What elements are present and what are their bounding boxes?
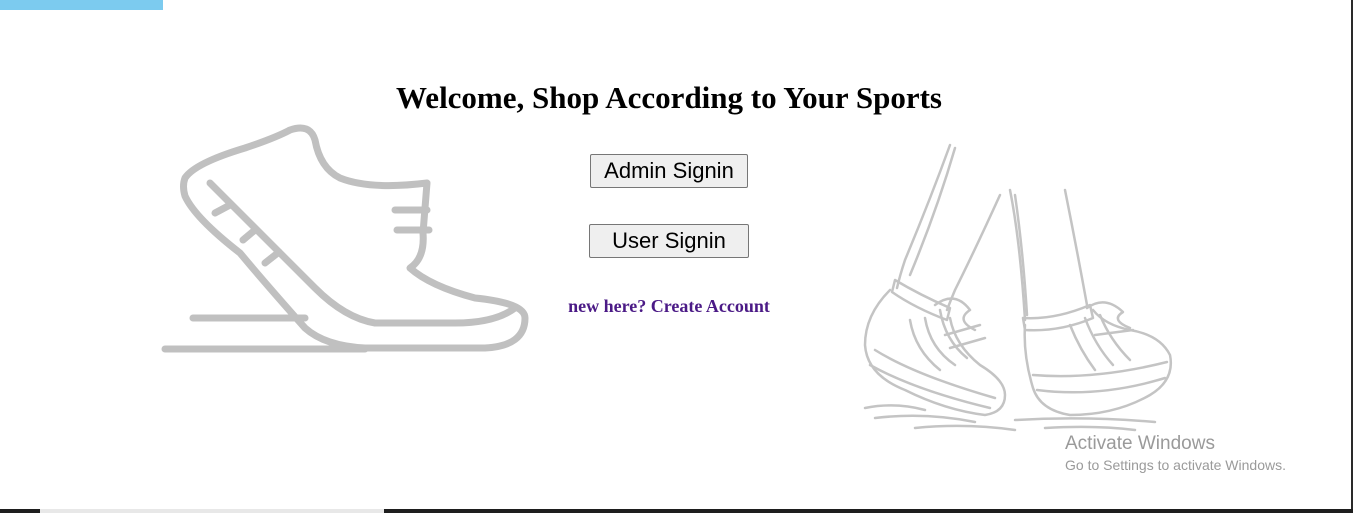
activate-windows-subtitle: Go to Settings to activate Windows. bbox=[1065, 457, 1286, 473]
top-accent-bar bbox=[0, 0, 163, 10]
page: Welcome, Shop According to Your Sports A… bbox=[0, 0, 1353, 513]
page-title: Welcome, Shop According to Your Sports bbox=[396, 80, 942, 115]
user-signin-button[interactable]: User Signin bbox=[589, 224, 749, 258]
admin-signin-button[interactable]: Admin Signin bbox=[590, 154, 748, 188]
activate-windows-title: Activate Windows bbox=[1065, 433, 1215, 454]
walking-legs-sneakers-icon bbox=[863, 143, 1173, 432]
taskbar-strip bbox=[0, 509, 1353, 513]
running-shoe-icon bbox=[161, 124, 529, 353]
activate-windows-watermark: Activate Windows Go to Settings to activ… bbox=[1065, 433, 1286, 473]
taskbar-segment bbox=[40, 509, 384, 513]
create-account-link[interactable]: new here? Create Account bbox=[568, 296, 770, 316]
